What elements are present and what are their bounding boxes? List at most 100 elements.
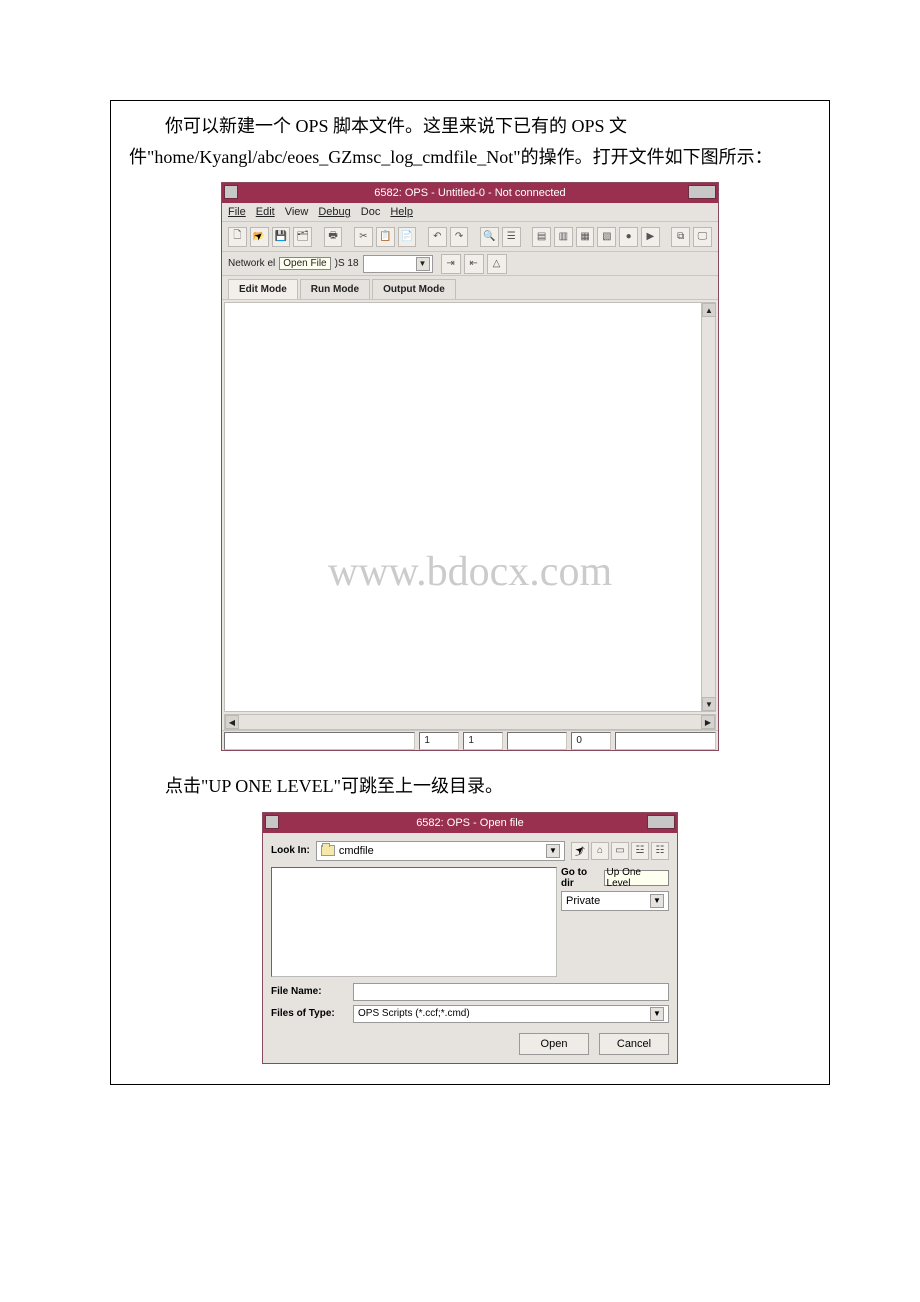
scroll-up-icon[interactable]: ▲ <box>702 303 716 317</box>
list-view-icon[interactable]: ☳ <box>631 842 649 860</box>
open-file-tooltip: Open File <box>279 257 330 270</box>
ops-titlebar: 6582: OPS - Untitled-0 - Not connected <box>222 183 718 203</box>
link-icon[interactable]: ⧉ <box>671 227 690 247</box>
chevron-down-icon: ▼ <box>416 257 430 271</box>
scroll-left-icon[interactable]: ◀ <box>225 715 239 729</box>
detail-view-icon[interactable]: ☷ <box>651 842 669 860</box>
redo-icon[interactable]: ↷ <box>450 227 469 247</box>
scroll-down-icon[interactable]: ▼ <box>702 697 716 711</box>
goto-label: Go to dir <box>561 867 602 889</box>
dialog-titlebar: 6582: OPS - Open file <box>263 813 677 833</box>
list-icon[interactable]: ☰ <box>502 227 521 247</box>
file-list[interactable] <box>271 867 557 977</box>
dialog-title-text: 6582: OPS - Open file <box>416 817 524 829</box>
private-label: Private <box>566 895 600 907</box>
watermark-text: www.bdocx.com <box>328 548 612 596</box>
filename-label: File Name: <box>271 986 347 997</box>
ops-window: 6582: OPS - Untitled-0 - Not connected F… <box>221 182 719 751</box>
status-cell-1: 1 <box>419 732 459 750</box>
open-button[interactable]: Open <box>519 1033 589 1055</box>
status-cell-3pad <box>507 732 567 750</box>
network-label: Network el <box>228 258 275 269</box>
filetype-label: Files of Type: <box>271 1008 347 1019</box>
tab-run-mode[interactable]: Run Mode <box>300 279 370 299</box>
undo-icon[interactable]: ↶ <box>428 227 447 247</box>
dialog-view-icons: ⤴ ⌂ ▭ ☳ ☷ <box>571 842 669 860</box>
new-file-icon[interactable]: 🗋 <box>228 227 247 247</box>
copy-icon[interactable]: 📋 <box>376 227 395 247</box>
up-one-level-tooltip: Up One Level <box>604 870 669 886</box>
vertical-scrollbar[interactable]: ▲ ▼ <box>701 303 715 711</box>
menu-debug[interactable]: Debug <box>318 206 350 218</box>
document-page: 你可以新建一个 OPS 脚本文件。这里来说下已有的 OPS 文件"home/Ky… <box>0 0 920 1302</box>
filetype-dropdown[interactable]: OPS Scripts (*.ccf;*.cmd) ▼ <box>353 1005 669 1023</box>
up-one-level-icon[interactable]: ⤴ <box>571 842 589 860</box>
bookmark1-icon[interactable]: ▤ <box>532 227 551 247</box>
paste-icon[interactable]: 📄 <box>398 227 417 247</box>
filename-row: File Name: <box>271 983 669 1001</box>
window-menu-icon[interactable] <box>224 185 238 199</box>
status-cell-end <box>615 732 716 750</box>
folder-icon <box>321 845 335 856</box>
private-dropdown[interactable]: Private ▼ <box>561 891 669 911</box>
play-icon[interactable]: ▶ <box>641 227 660 247</box>
dialog-controls-icon[interactable] <box>647 815 675 829</box>
paragraph-2: 点击"UP ONE LEVEL"可跳至上一级目录。 <box>129 771 811 802</box>
connect-icon[interactable]: ⇥ <box>441 254 461 274</box>
horizontal-scrollbar-row: ◀ ▶ <box>224 714 716 730</box>
status-bar: 1 1 0 <box>222 730 718 750</box>
menu-edit[interactable]: Edit <box>256 206 275 218</box>
find-icon[interactable]: 🔍 <box>480 227 499 247</box>
home-icon[interactable]: ⌂ <box>591 842 609 860</box>
dialog-buttons: Open Cancel <box>271 1033 669 1055</box>
open-file-icon[interactable]: 📂 <box>250 227 269 247</box>
status-cell-empty <box>224 732 415 750</box>
filetype-row: Files of Type: OPS Scripts (*.ccf;*.cmd)… <box>271 1005 669 1023</box>
chevron-down-icon: ▼ <box>546 844 560 858</box>
menubar: File Edit View Debug Doc Help <box>222 203 718 222</box>
tab-row: Edit Mode Run Mode Output Mode <box>222 276 718 300</box>
record-icon[interactable]: ● <box>619 227 638 247</box>
bookmark2-icon[interactable]: ▥ <box>554 227 573 247</box>
menu-view[interactable]: View <box>285 206 309 218</box>
tab-output-mode[interactable]: Output Mode <box>372 279 456 299</box>
bookmark3-icon[interactable]: ▦ <box>576 227 595 247</box>
ops-title-text: 6582: OPS - Untitled-0 - Not connected <box>374 187 565 199</box>
chevron-down-icon: ▼ <box>650 1007 664 1021</box>
lookin-dropdown[interactable]: cmdfile ▼ <box>316 841 565 861</box>
lookin-label: Look In: <box>271 845 310 856</box>
content-frame: 你可以新建一个 OPS 脚本文件。这里来说下已有的 OPS 文件"home/Ky… <box>110 100 830 1085</box>
ne-suffix: )S 18 <box>335 258 359 269</box>
bookmark4-icon[interactable]: ▧ <box>597 227 616 247</box>
save-all-icon[interactable]: 🗂 <box>293 227 312 247</box>
goto-row: Go to dir Up One Level <box>561 867 669 889</box>
lookin-row: Look In: cmdfile ▼ ⤴ ⌂ ▭ ☳ ☷ <box>271 841 669 861</box>
dialog-menu-icon[interactable] <box>265 815 279 829</box>
filename-input[interactable] <box>353 983 669 1001</box>
chevron-down-icon: ▼ <box>650 894 664 908</box>
network-dropdown[interactable]: ▼ <box>363 255 433 273</box>
cut-icon[interactable]: ✂ <box>354 227 373 247</box>
print-icon[interactable]: 🖶 <box>324 227 343 247</box>
disconnect-icon[interactable]: ⇤ <box>464 254 484 274</box>
scroll-right-icon[interactable]: ▶ <box>701 715 715 729</box>
network-row: Network el Open File )S 18 ▼ ⇥ ⇤ △ <box>222 252 718 276</box>
tab-edit-mode[interactable]: Edit Mode <box>228 279 298 299</box>
monitor-icon[interactable]: 🖵 <box>693 227 712 247</box>
status-cell-2: 1 <box>463 732 503 750</box>
filetype-value: OPS Scripts (*.ccf;*.cmd) <box>358 1008 470 1019</box>
horizontal-scrollbar[interactable]: ◀ ▶ <box>224 714 716 730</box>
paragraph-1: 你可以新建一个 OPS 脚本文件。这里来说下已有的 OPS 文件"home/Ky… <box>129 111 811 172</box>
new-folder-icon[interactable]: ▭ <box>611 842 629 860</box>
menu-help[interactable]: Help <box>390 206 413 218</box>
cancel-button[interactable]: Cancel <box>599 1033 669 1055</box>
editor-area[interactable]: ▲ ▼ www.bdocx.com <box>224 302 716 712</box>
dialog-right-panel: Go to dir Up One Level Private ▼ <box>561 867 669 977</box>
status-cell-3: 0 <box>571 732 611 750</box>
menu-file[interactable]: File <box>228 206 246 218</box>
menu-doc[interactable]: Doc <box>361 206 381 218</box>
warning-icon[interactable]: △ <box>487 254 507 274</box>
save-icon[interactable]: 💾 <box>272 227 291 247</box>
open-file-dialog: 6582: OPS - Open file Look In: cmdfile ▼… <box>262 812 678 1064</box>
window-controls-icon[interactable] <box>688 185 716 199</box>
